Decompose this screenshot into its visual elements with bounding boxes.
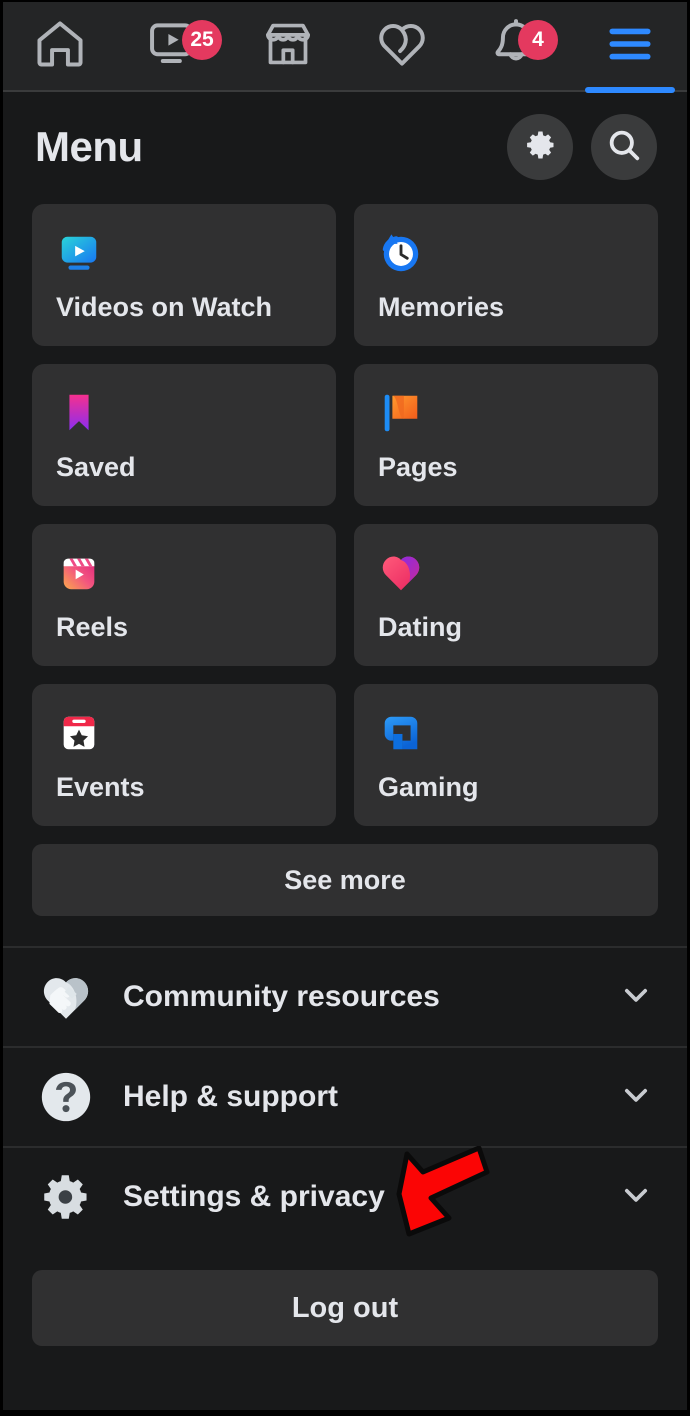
dating-heart-tile-icon bbox=[378, 550, 424, 596]
nav-item-home[interactable] bbox=[3, 1, 117, 91]
chevron-down-icon[interactable] bbox=[619, 1178, 653, 1217]
settings-button[interactable] bbox=[507, 114, 573, 180]
watch-video-icon: 25 bbox=[146, 16, 222, 77]
nav-item-video[interactable]: 25 bbox=[117, 1, 231, 91]
tile-gaming[interactable]: Gaming bbox=[354, 684, 658, 826]
chevron-down-icon[interactable] bbox=[619, 1078, 653, 1117]
section-label: Settings & privacy bbox=[123, 1180, 385, 1213]
tile-events[interactable]: Events bbox=[32, 684, 336, 826]
tile-saved[interactable]: Saved bbox=[32, 364, 336, 506]
nav-item-dating[interactable] bbox=[345, 1, 459, 91]
home-icon bbox=[32, 16, 88, 77]
tile-label: Events bbox=[56, 772, 145, 802]
search-button[interactable] bbox=[591, 114, 657, 180]
settings-gear-icon bbox=[35, 1166, 97, 1228]
notifications-badge-count: 4 bbox=[518, 19, 558, 60]
nav-item-menu[interactable] bbox=[573, 1, 687, 93]
tile-label: Pages bbox=[378, 452, 458, 482]
top-navigation-bar: 25 4 bbox=[3, 1, 687, 93]
tile-label: Memories bbox=[378, 292, 505, 322]
section-community-resources[interactable]: Community resources bbox=[3, 946, 687, 1046]
tile-reels[interactable]: Reels bbox=[32, 524, 336, 666]
tile-memories[interactable]: Memories bbox=[354, 204, 658, 346]
menu-header: Menu bbox=[3, 92, 687, 204]
gaming-g-icon bbox=[378, 710, 424, 756]
section-help-support[interactable]: Help & support bbox=[3, 1046, 687, 1146]
tile-label: Gaming bbox=[378, 772, 479, 802]
video-badge-count: 25 bbox=[182, 19, 222, 60]
tile-label: Saved bbox=[56, 452, 136, 482]
shortcuts-grid: Videos on Watch Memories Saved Pages Ree… bbox=[3, 204, 687, 826]
section-label: Community resources bbox=[123, 980, 440, 1013]
menu-active-indicator bbox=[585, 87, 675, 93]
dating-heart-icon bbox=[374, 16, 430, 77]
marketplace-icon bbox=[260, 16, 316, 77]
events-calendar-icon bbox=[56, 710, 102, 756]
tile-label: Videos on Watch bbox=[56, 292, 273, 322]
tile-label: Reels bbox=[56, 612, 129, 642]
tile-label: Dating bbox=[378, 612, 462, 642]
hamburger-menu-icon bbox=[602, 16, 658, 77]
reels-clapperboard-icon bbox=[56, 550, 102, 596]
see-more-button[interactable]: See more bbox=[32, 844, 658, 916]
chevron-down-icon[interactable] bbox=[619, 978, 653, 1017]
gear-icon bbox=[522, 127, 558, 168]
watch-tile-icon bbox=[56, 230, 102, 276]
logout-button[interactable]: Log out bbox=[32, 1270, 658, 1346]
see-more-container: See more bbox=[3, 826, 687, 916]
header-actions bbox=[507, 114, 657, 180]
nav-item-notifications[interactable]: 4 bbox=[459, 1, 573, 91]
saved-bookmark-icon bbox=[56, 390, 102, 436]
search-icon bbox=[605, 126, 643, 169]
section-label: Help & support bbox=[123, 1080, 338, 1113]
handshake-heart-icon bbox=[35, 966, 97, 1028]
facebook-menu-screen: 25 4 Menu Videos on Watch Memories Saved… bbox=[0, 0, 690, 1416]
section-settings-privacy[interactable]: Settings & privacy bbox=[3, 1146, 687, 1246]
notifications-bell-icon: 4 bbox=[488, 16, 558, 77]
logout-container: Log out bbox=[3, 1246, 687, 1346]
memories-clock-icon bbox=[378, 230, 424, 276]
tile-dating[interactable]: Dating bbox=[354, 524, 658, 666]
tile-videos-on-watch[interactable]: Videos on Watch bbox=[32, 204, 336, 346]
question-mark-icon bbox=[35, 1066, 97, 1128]
tile-pages[interactable]: Pages bbox=[354, 364, 658, 506]
nav-item-marketplace[interactable] bbox=[231, 1, 345, 91]
pages-flag-icon bbox=[378, 390, 424, 436]
page-title: Menu bbox=[35, 123, 143, 170]
